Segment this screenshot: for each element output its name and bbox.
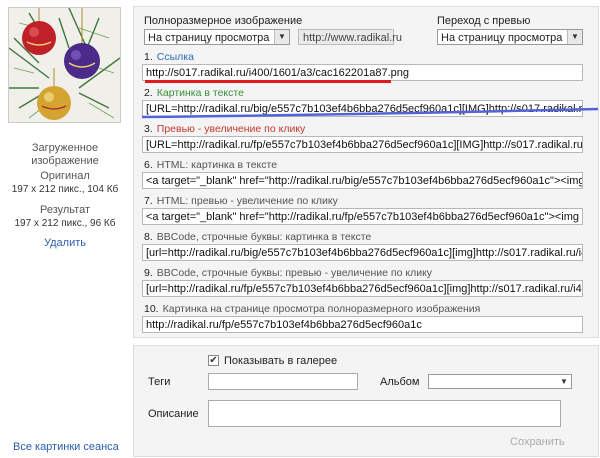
tags-input[interactable] [208,373,358,390]
code-title: Ссылка [156,51,194,63]
code-field-1[interactable]: http://s017.radikal.ru/i400/1601/a3/cac1… [142,64,583,81]
preview-select-value: На страницу просмотра [441,32,563,44]
fullsize-select[interactable]: На страницу просмотра ▼ [144,29,290,45]
red-underline [145,80,391,83]
blue-underline [141,107,599,119]
code-number: 7. [144,195,153,207]
original-label: Оригинал [40,170,90,182]
code-title: HTML: картинка в тексте [156,159,278,171]
description-label: Описание [148,408,199,420]
result-info: 197 x 212 пикс., 96 Кб [14,218,116,229]
fullsize-select-value: На страницу просмотра [148,32,270,44]
code-number: 9. [144,267,153,279]
uploaded-label: Загруженное изображение [31,142,99,167]
chevron-down-icon: ▼ [274,30,289,44]
code-label-2: 2. Картинка в тексте [144,87,244,99]
all-session-images-link[interactable]: Все картинки сеанса [13,441,119,453]
album-select[interactable]: ▼ [428,374,572,389]
chevron-down-icon: ▼ [557,375,571,388]
preview-label: Переход с превью [437,15,531,27]
code-number: 1. [144,51,153,63]
url-field[interactable]: http://www.radikal.ru [298,29,402,45]
code-number: 3. [144,123,153,135]
code-field-8[interactable]: http://radikal.ru/fp/e557c7b103ef4b6bba2… [142,316,583,333]
code-field-3[interactable]: [URL=http://radikal.ru/fp/e557c7b103ef4b… [142,136,583,153]
code-label-6: 8. BBCode, строчные буквы: картинка в тек… [144,231,371,243]
code-title: Превью - увеличение по клику [156,123,306,135]
code-title: Картинка в тексте [156,87,244,99]
album-label: Альбом [380,376,420,388]
show-in-gallery-label: Показывать в галерее [224,355,338,367]
code-field-4[interactable]: <a target="_blank" href="http://radikal.… [142,172,583,189]
description-textarea[interactable] [208,400,561,427]
code-field-6[interactable]: [url=http://radikal.ru/big/e557c7b103ef4… [142,244,583,261]
delete-link[interactable]: Удалить [0,237,130,249]
save-button[interactable]: Сохранить [510,436,565,448]
code-label-1: 1. Ссылка [144,51,194,63]
code-label-7: 9. BBCode, строчные буквы: превью - увели… [144,267,432,279]
preview-select[interactable]: На страницу просмотра ▼ [437,29,583,45]
chevron-down-icon: ▼ [567,30,582,44]
result-label: Результат [39,204,91,216]
code-title: Картинка на странице просмотра полноразм… [162,303,481,315]
fullsize-label: Полноразмерное изображение [144,15,303,27]
code-label-8: 10. Картинка на странице просмотра полнор… [144,303,480,315]
original-info: 197 x 212 пикс., 104 Кб [11,184,119,195]
code-label-4: 6. HTML: картинка в тексте [144,159,277,171]
code-number: 8. [144,231,153,243]
code-title: BBCode, строчные буквы: картинка в текст… [156,231,372,243]
code-field-7[interactable]: [url=http://radikal.ru/fp/e557c7b103ef4b… [142,280,583,297]
code-field-5[interactable]: <a target="_blank" href="http://radikal.… [142,208,583,225]
tags-label: Теги [148,376,171,388]
code-number: 2. [144,87,153,99]
code-title: BBCode, строчные буквы: превью - увеличе… [156,267,433,279]
code-label-5: 7. HTML: превью - увеличение по клику [144,195,338,207]
code-title: HTML: превью - увеличение по клику [156,195,338,207]
christmas-ornaments-image [9,8,120,122]
code-number: 10. [144,303,159,315]
code-label-3: 3. Превью - увеличение по клику [144,123,305,135]
uploaded-thumbnail[interactable] [8,7,121,123]
code-number: 6. [144,159,153,171]
show-in-gallery-checkbox[interactable]: ✔ [208,355,219,366]
